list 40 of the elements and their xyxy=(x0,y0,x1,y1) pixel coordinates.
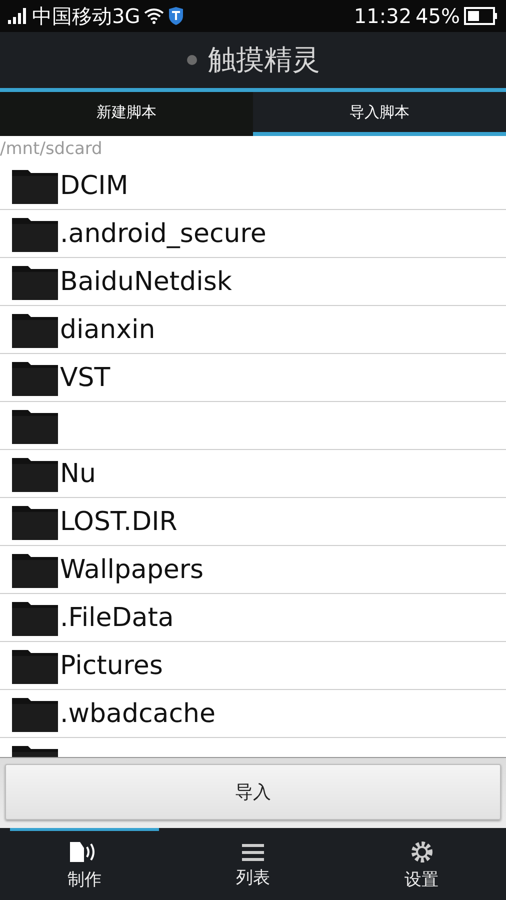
folder-name[interactable]: Nu xyxy=(60,458,96,488)
path-text: /mnt/sdcard xyxy=(0,138,104,161)
nav-tab[interactable]: 列表 xyxy=(178,828,328,900)
folder-icon xyxy=(12,456,58,492)
folder-icon xyxy=(12,600,58,636)
folder-icon xyxy=(12,648,58,684)
folder-icon xyxy=(12,312,58,348)
carrier-text: 中国移动3G xyxy=(32,2,140,30)
dot-icon xyxy=(186,54,198,66)
nav-tab[interactable]: 设置 xyxy=(347,828,496,900)
folder-icon xyxy=(12,216,58,252)
folder-icon xyxy=(12,696,58,732)
folder-icon xyxy=(12,552,58,588)
folder-icon xyxy=(12,168,58,204)
clock-text: 11:32 xyxy=(354,4,412,28)
folder-name[interactable]: .android_secure xyxy=(60,218,266,248)
import-button[interactable]: 导入 xyxy=(5,764,501,820)
signal-icon xyxy=(8,8,28,24)
folder-name[interactable]: .wbadcache xyxy=(60,698,216,728)
battery-text: 45% xyxy=(416,4,460,28)
battery-icon xyxy=(464,7,498,25)
app-title: 触摸精灵 xyxy=(208,42,320,78)
folder-name[interactable]: dianxin xyxy=(60,314,156,344)
folder-icon xyxy=(12,408,58,444)
nav-tab[interactable]: 制作 xyxy=(10,828,159,900)
menu-icon xyxy=(242,842,264,862)
folder-icon xyxy=(12,360,58,396)
settings-icon xyxy=(410,840,434,864)
folder-icon xyxy=(12,264,58,300)
folder-name[interactable]: Wallpapers xyxy=(60,554,204,584)
folder-name[interactable]: VST xyxy=(60,362,110,392)
folder-name[interactable]: LOST.DIR xyxy=(60,506,178,536)
wifi-icon xyxy=(144,8,164,24)
folder-name[interactable]: DCIM xyxy=(60,170,128,200)
folder-name[interactable]: .FileData xyxy=(60,602,174,632)
folder-name[interactable]: Pictures xyxy=(60,650,163,680)
shield-icon xyxy=(168,7,184,25)
folder-icon xyxy=(12,504,58,540)
folder-name[interactable]: BaiduNetdisk xyxy=(60,266,232,296)
tab[interactable]: 新建脚本 xyxy=(0,92,253,136)
